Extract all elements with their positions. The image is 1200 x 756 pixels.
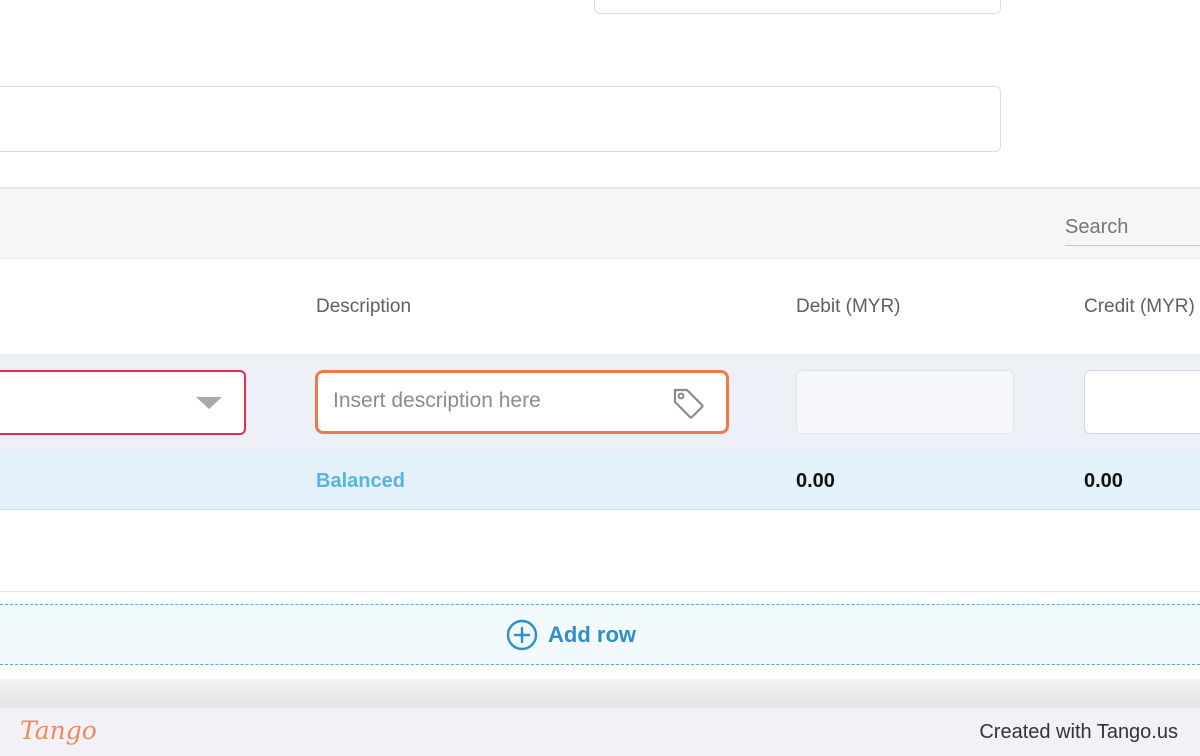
table-spacer — [0, 510, 1200, 592]
search-input[interactable] — [1065, 208, 1200, 246]
table-toolbar — [0, 187, 1200, 259]
total-credit: 0.00 — [1084, 470, 1123, 492]
add-row-button[interactable]: Add row — [0, 604, 1200, 665]
journal-entry-form: Description Debit (MYR) Credit (MYR) Bal… — [0, 0, 1200, 708]
footer-credit: Created with Tango.us — [979, 721, 1178, 743]
column-header-credit: Credit (MYR) — [1084, 296, 1195, 317]
plus-circle-icon — [506, 619, 538, 651]
table-row — [0, 354, 1200, 452]
account-select[interactable] — [0, 370, 246, 435]
table-header: Description Debit (MYR) Credit (MYR) — [0, 260, 1200, 354]
notes-field[interactable] — [0, 86, 1001, 152]
debit-input[interactable] — [796, 370, 1014, 434]
description-field[interactable] — [315, 370, 729, 434]
add-row-area: Add row — [0, 593, 1200, 679]
tag-icon[interactable] — [670, 385, 706, 421]
totals-row: Balanced 0.00 0.00 — [0, 452, 1200, 510]
add-row-label: Add row — [548, 622, 636, 647]
credit-input[interactable] — [1084, 370, 1200, 434]
balanced-status: Balanced — [316, 470, 405, 492]
tango-logo: Tango — [20, 716, 97, 745]
bottom-shade — [0, 679, 1200, 708]
description-input[interactable] — [333, 389, 653, 413]
column-header-debit: Debit (MYR) — [796, 296, 901, 317]
column-header-description: Description — [316, 296, 412, 317]
caret-down-icon[interactable] — [196, 397, 222, 409]
top-field[interactable] — [594, 0, 1001, 14]
footer: Tango Created with Tango.us — [0, 708, 1200, 756]
total-debit: 0.00 — [796, 470, 835, 492]
